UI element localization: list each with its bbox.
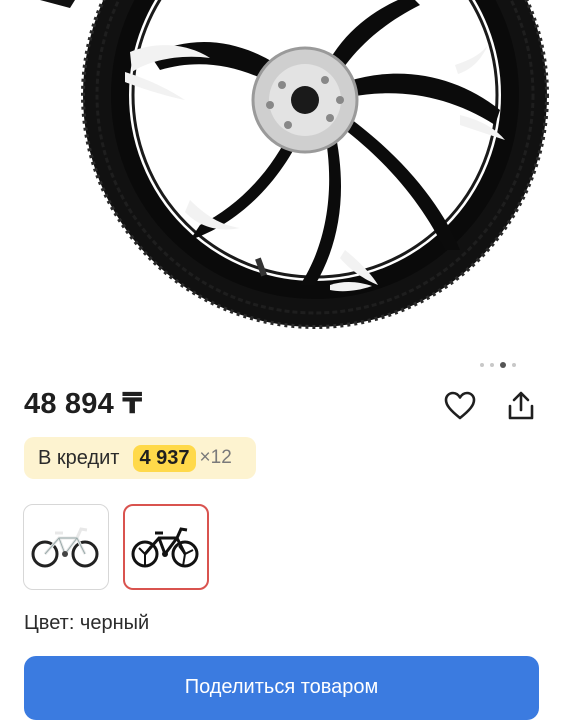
heart-icon [444,391,476,420]
share-icon [508,391,534,420]
color-option-white[interactable] [23,504,109,590]
share-product-label: Поделиться товаром [184,676,379,698]
share-product-button[interactable]: Поделиться товаром [24,656,539,720]
carousel-dot[interactable] [512,363,516,367]
carousel-dot[interactable] [480,363,484,367]
carousel-dot[interactable] [490,363,494,367]
credit-label: В кредит [38,446,120,469]
color-option-black-selected[interactable] [123,504,209,590]
bike-white-icon [31,527,99,568]
share-icon-button[interactable] [503,388,539,424]
credit-monthly-amount: 4 937 [133,444,196,472]
product-price: 48 894 ₸ [24,388,143,420]
bike-wheel-image [40,0,549,329]
selected-color-label: Цвет: черный [24,612,150,634]
credit-offer[interactable]: В кредит 4 937 ×12 [24,437,256,479]
bike-black-icon [131,527,199,568]
product-image[interactable] [0,0,563,350]
favorite-button[interactable] [442,388,478,424]
carousel-dot-active[interactable] [500,362,506,368]
carousel-pagination[interactable] [480,362,516,368]
credit-term: ×12 [199,447,232,468]
